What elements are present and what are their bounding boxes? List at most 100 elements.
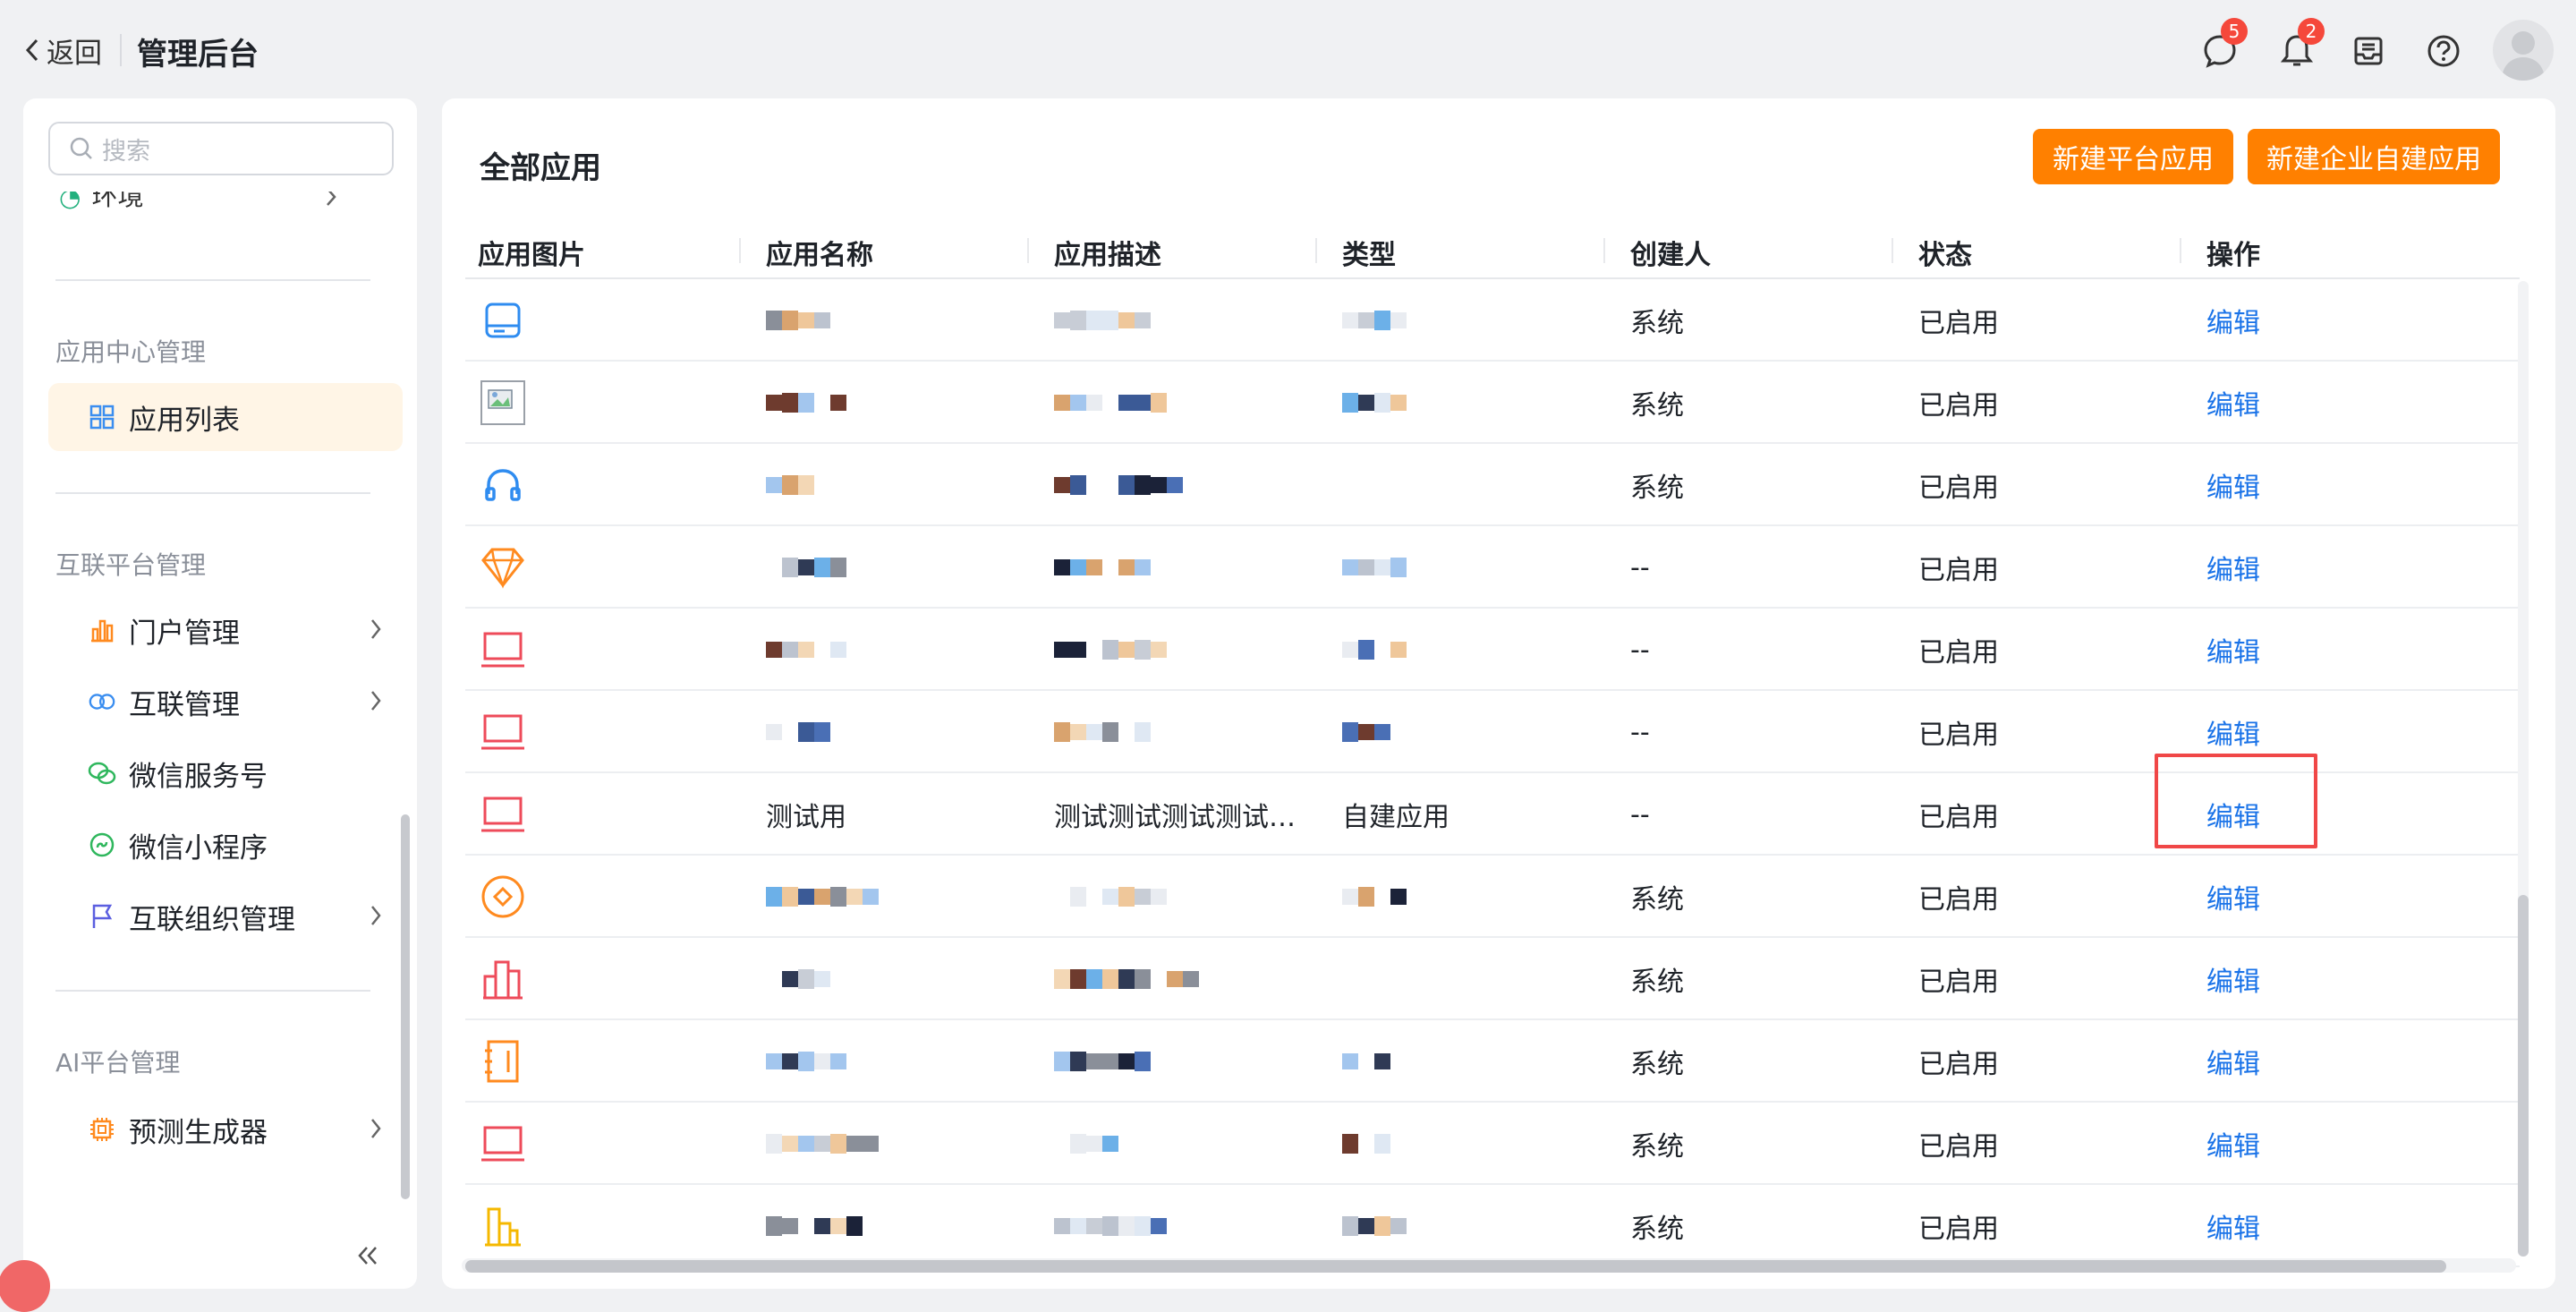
edit-link[interactable]: 编辑 (2206, 526, 2260, 609)
column-header: 类型 (1342, 240, 1396, 271)
app-creator: -- (1630, 716, 1650, 748)
inbox-button[interactable] (2348, 30, 2389, 72)
table-row[interactable]: 系统 已启用 编辑 (465, 444, 2520, 526)
table-row[interactable]: 系统 已启用 编辑 (465, 362, 2520, 444)
app-name: 测试用 (766, 802, 846, 833)
coin-icon (480, 873, 526, 920)
app-name-redacted (766, 969, 830, 989)
notebook-icon (480, 1038, 526, 1085)
app-type-redacted (1342, 887, 1407, 907)
help-button[interactable] (2423, 30, 2464, 72)
table-row[interactable]: 测试用 测试测试测试测试… 自建应用 -- 已启用 编辑 (465, 773, 2520, 856)
sidebar-item-environment[interactable]: ◔ 环境 (59, 192, 381, 213)
app-description-redacted (1054, 640, 1183, 660)
status-badge: 已启用 (1918, 1049, 1999, 1080)
app-type-redacted (1342, 1216, 1407, 1236)
edit-link[interactable]: 编辑 (2206, 691, 2260, 773)
app-creator: 系统 (1630, 1214, 1684, 1245)
sidebar-item-label: 互联管理 (129, 688, 240, 721)
new-enterprise-app-button[interactable]: 新建企业自建应用 (2248, 129, 2500, 184)
portal-chart-icon (88, 616, 116, 644)
table-row[interactable]: -- 已启用 编辑 (465, 691, 2520, 773)
column-divider (2180, 238, 2181, 263)
top-bar: 返回 管理后台 5 2 (0, 0, 2576, 100)
app-creator: 系统 (1630, 473, 1684, 504)
divider (120, 34, 122, 66)
search-icon (70, 137, 92, 159)
app-name-redacted (766, 558, 846, 577)
table-horizontal-scrollbar[interactable] (465, 1260, 2446, 1273)
notification-badge: 2 (2298, 18, 2325, 45)
sidebar-item-portal[interactable]: 门户管理 (48, 596, 403, 664)
table-row[interactable]: 系统 已启用 编辑 (465, 856, 2520, 938)
edit-link[interactable]: 编辑 (2206, 279, 2260, 362)
group-title-interconnect: 互联平台管理 (55, 550, 207, 580)
sidebar-item-wechat-service[interactable]: 微信服务号 (48, 739, 403, 807)
app-type-redacted (1342, 1134, 1407, 1154)
edit-link[interactable]: 编辑 (2206, 938, 2260, 1020)
table-row[interactable]: 系统 已启用 编辑 (465, 1020, 2520, 1103)
avatar[interactable] (2493, 20, 2554, 81)
edit-link[interactable]: 编辑 (2206, 856, 2260, 938)
app-description-redacted (1054, 1052, 1151, 1071)
app-description-redacted (1054, 475, 1183, 495)
chevron-right-icon (371, 1119, 381, 1138)
message-button[interactable]: 5 (2199, 18, 2248, 72)
column-header: 操作 (2206, 240, 2260, 271)
app-type-redacted (1342, 558, 1407, 577)
sidebar-item-label: 应用列表 (129, 404, 240, 437)
column-header: 应用名称 (766, 240, 873, 271)
edit-link[interactable]: 编辑 (2206, 609, 2260, 691)
sidebar-item-app-list[interactable]: 应用列表 (48, 383, 403, 451)
floating-indicator[interactable] (0, 1260, 50, 1312)
new-platform-app-button[interactable]: 新建平台应用 (2033, 129, 2233, 184)
sidebar-item-predictor[interactable]: 预测生成器 (48, 1095, 403, 1163)
main-panel: 全部应用 新建平台应用 新建企业自建应用 应用图片 应用名称 应用描述 类型 创… (442, 98, 2555, 1289)
app-name-redacted (766, 1216, 863, 1236)
collapse-sidebar-button[interactable] (354, 1244, 381, 1271)
edit-link[interactable]: 编辑 (2206, 1020, 2260, 1103)
table-vertical-scrollbar[interactable] (2518, 895, 2529, 1257)
table-row[interactable]: -- 已启用 编辑 (465, 526, 2520, 609)
status-badge: 已启用 (1918, 720, 1999, 751)
table-row[interactable]: 系统 已启用 编辑 (465, 1185, 2520, 1267)
sidebar-item-label: 微信服务号 (129, 760, 268, 793)
panel-title: 全部应用 (480, 150, 601, 186)
sidebar-item-interconnect[interactable]: 互联管理 (48, 668, 403, 736)
edit-link[interactable]: 编辑 (2206, 773, 2260, 856)
table-row[interactable]: -- 已启用 编辑 (465, 609, 2520, 691)
sidebar-item-wechat-mini[interactable]: 微信小程序 (48, 811, 403, 879)
column-header: 创建人 (1630, 240, 1711, 271)
grid-icon (88, 403, 116, 431)
status-badge: 已启用 (1918, 390, 1999, 422)
edit-link[interactable]: 编辑 (2206, 1185, 2260, 1267)
app-type-redacted (1342, 969, 1407, 989)
divider (55, 990, 370, 992)
status-badge: 已启用 (1918, 1214, 1999, 1245)
table-row[interactable]: 系统 已启用 编辑 (465, 938, 2520, 1020)
notification-button[interactable]: 2 (2276, 18, 2325, 72)
column-divider (1315, 238, 1317, 263)
app-creator: 系统 (1630, 884, 1684, 916)
app-name-redacted (766, 722, 830, 742)
column-divider (1892, 238, 1893, 263)
sidebar-item-org[interactable]: 互联组织管理 (48, 882, 403, 950)
sidebar-item-label: 预测生成器 (129, 1116, 268, 1149)
edit-link[interactable]: 编辑 (2206, 362, 2260, 444)
column-divider (739, 238, 741, 263)
headphones-icon (480, 462, 526, 508)
app-type: 自建应用 (1342, 802, 1450, 833)
user-icon (2502, 31, 2545, 81)
search-input[interactable]: 搜索 (48, 122, 394, 175)
edit-link[interactable]: 编辑 (2206, 444, 2260, 526)
edit-link[interactable]: 编辑 (2206, 1103, 2260, 1185)
laptop-icon (480, 791, 526, 838)
back-button[interactable]: 返回 (23, 29, 102, 72)
app-creator: 系统 (1630, 390, 1684, 422)
mini-program-icon (88, 831, 116, 859)
sidebar-scrollbar[interactable] (401, 814, 410, 1199)
table-row[interactable]: 系统 已启用 编辑 (465, 279, 2520, 362)
table-row[interactable]: 系统 已启用 编辑 (465, 1103, 2520, 1185)
app-name-redacted (766, 475, 830, 495)
app-description-redacted (1054, 969, 1199, 989)
